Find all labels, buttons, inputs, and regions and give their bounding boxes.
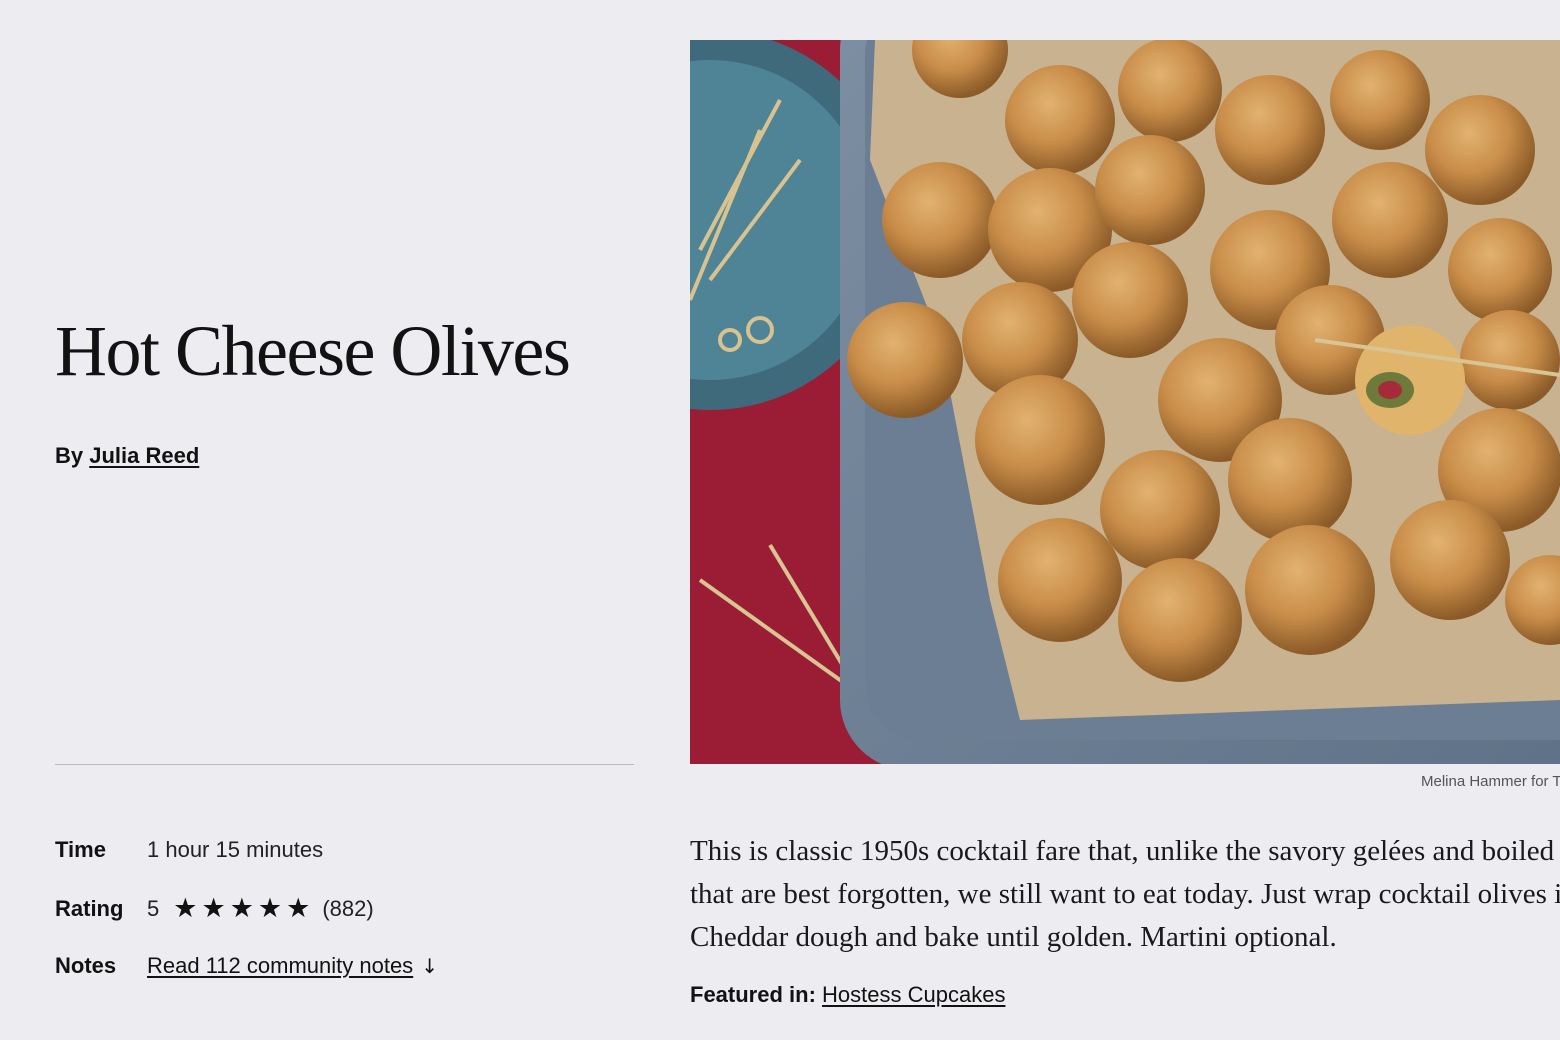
star-icon: ★: [286, 893, 315, 924]
recipe-page: Hot Cheese Olives By Julia Reed Time 1 h…: [0, 0, 1560, 1040]
time-label: Time: [55, 837, 106, 862]
recipe-photo: [690, 40, 1560, 764]
time-value: 1 hour 15 minutes: [147, 837, 324, 862]
star-icon: ★: [229, 893, 258, 924]
recipe-description: This is classic 1950s cocktail fare that…: [690, 830, 1560, 959]
rating-label: Rating: [55, 895, 124, 921]
recipe-title: Hot Cheese Olives: [55, 311, 571, 391]
rating-stars[interactable]: ★★★★★: [173, 893, 314, 924]
description-line: Cheddar dough and bake until golden. Mar…: [690, 921, 1337, 953]
notes-label: Notes: [55, 953, 117, 978]
star-icon: ★: [257, 893, 287, 924]
divider: [55, 764, 634, 765]
time-row: Time 1 hour 15 minutes: [55, 837, 323, 863]
star-icon: ★: [201, 893, 230, 924]
description-line: that are best forgotten, we still want t…: [690, 878, 1560, 910]
featured-in: Featured in: Hostess Cupcakes: [690, 982, 1005, 1008]
arrow-down-icon[interactable]: ↓: [421, 954, 438, 978]
featured-link[interactable]: Hostess Cupcakes: [822, 982, 1005, 1007]
photo-credit: Melina Hammer for T: [1421, 773, 1560, 790]
rating-value: 5: [147, 895, 160, 921]
byline-prefix: By: [55, 443, 84, 468]
byline: By Julia Reed: [55, 443, 199, 469]
recipe-photo-illustration: [690, 40, 1560, 764]
community-notes-link[interactable]: Read 112 community notes: [147, 953, 413, 979]
notes-row: Notes Read 112 community notes ↓: [55, 953, 438, 979]
author-link[interactable]: Julia Reed: [89, 443, 199, 468]
rating-count: (882): [322, 895, 374, 921]
description-line: This is classic 1950s cocktail fare that…: [690, 835, 1560, 867]
featured-label: Featured in:: [690, 982, 816, 1007]
star-icon: ★: [173, 893, 202, 924]
rating-row: Rating 5 ★★★★★ (882): [55, 893, 374, 924]
